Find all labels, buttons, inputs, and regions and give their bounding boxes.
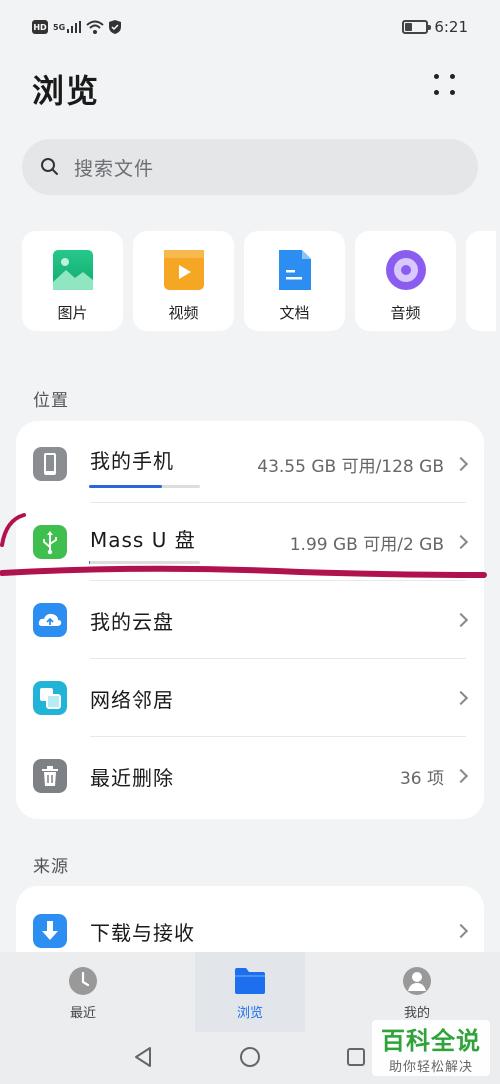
home-icon[interactable]: [239, 1046, 261, 1068]
storage-usage-bar: [89, 485, 200, 488]
clock-icon: [69, 967, 97, 995]
status-right: 6:21: [402, 18, 468, 36]
watermark: 百科全说 助你轻松解决: [372, 1020, 490, 1076]
trash-icon: [33, 759, 67, 793]
network-type: 5G: [53, 22, 66, 32]
deleted-count: 36 项: [399, 768, 444, 789]
recents-icon[interactable]: [346, 1047, 366, 1067]
status-left: HD 5G: [32, 20, 122, 34]
location-recently-deleted[interactable]: 最近删除 36 项: [16, 737, 484, 815]
shield-icon: [109, 20, 122, 34]
clock-time: 6:21: [434, 18, 468, 36]
locations-card: 我的手机 43.55 GB 可用/128 GB Mass U 盘 1.99 GB…: [16, 421, 484, 819]
location-usb-drive[interactable]: Mass U 盘 1.99 GB 可用/2 GB: [16, 503, 484, 581]
section-label-sources: 来源: [33, 857, 69, 877]
category-videos[interactable]: 视频: [133, 231, 234, 331]
chevron-right-icon: [453, 690, 469, 706]
category-label: 视频: [168, 304, 199, 322]
storage-usage-fill: [89, 561, 91, 564]
chevron-right-icon: [453, 768, 469, 784]
phone-icon: [33, 447, 67, 481]
nav-browse[interactable]: 浏览: [195, 952, 305, 1032]
watermark-title: 百科全说: [381, 1027, 481, 1055]
chevron-right-icon: [453, 456, 469, 472]
download-icon: [33, 914, 67, 948]
location-label: 我的云盘: [90, 609, 174, 634]
location-storage: 1.99 GB 可用/2 GB: [289, 534, 444, 555]
location-label: 最近删除: [90, 765, 174, 790]
location-cloud-drive[interactable]: 我的云盘: [16, 581, 484, 659]
wifi-icon: [86, 20, 104, 34]
search-placeholder: 搜索文件: [74, 157, 155, 180]
source-label: 下载与接收: [90, 920, 195, 945]
search-icon: [41, 158, 58, 175]
nav-label: 最近: [69, 1006, 96, 1021]
more-options-button[interactable]: [434, 74, 456, 96]
hd-badge: HD: [32, 20, 48, 34]
cloud-icon: [33, 603, 67, 637]
chevron-right-icon: [453, 923, 469, 939]
location-label: 我的手机: [90, 449, 174, 473]
video-icon: [163, 250, 204, 290]
storage-usage-fill: [89, 485, 163, 488]
category-list: 图片 视频 文档 音频: [22, 231, 496, 331]
location-network-neighbors[interactable]: 网络邻居: [16, 659, 484, 737]
page-title: 浏览: [32, 72, 101, 110]
network-icon: [33, 681, 67, 715]
category-audio[interactable]: 音频: [355, 231, 456, 331]
document-icon: [278, 250, 311, 290]
category-label: 音频: [390, 304, 421, 322]
chevron-right-icon: [453, 534, 469, 550]
nav-label: 我的: [403, 1006, 430, 1021]
battery-icon: [402, 20, 432, 34]
location-label: Mass U 盘: [90, 528, 196, 552]
category-more[interactable]: [466, 231, 496, 331]
search-input[interactable]: 搜索文件: [22, 139, 478, 195]
status-bar: HD 5G 6:21: [0, 0, 500, 56]
storage-usage-bar: [89, 561, 200, 564]
watermark-subtitle: 助你轻松解决: [388, 1060, 473, 1075]
location-storage: 43.55 GB 可用/128 GB: [257, 456, 444, 477]
location-my-phone[interactable]: 我的手机 43.55 GB 可用/128 GB: [16, 425, 484, 503]
location-label: 网络邻居: [90, 687, 174, 712]
category-label: 图片: [57, 304, 88, 322]
nav-recent[interactable]: 最近: [28, 952, 138, 1032]
nav-label: 浏览: [236, 1006, 263, 1021]
audio-icon: [385, 250, 426, 290]
image-icon: [52, 250, 93, 290]
category-documents[interactable]: 文档: [244, 231, 345, 331]
category-label: 文档: [279, 304, 310, 322]
signal-icon: [67, 21, 82, 33]
category-images[interactable]: 图片: [22, 231, 123, 331]
folder-icon: [235, 968, 265, 994]
usb-icon: [33, 525, 67, 559]
chevron-right-icon: [453, 612, 469, 628]
section-label-locations: 位置: [33, 391, 69, 411]
person-icon: [403, 967, 431, 995]
back-icon[interactable]: [133, 1046, 153, 1068]
